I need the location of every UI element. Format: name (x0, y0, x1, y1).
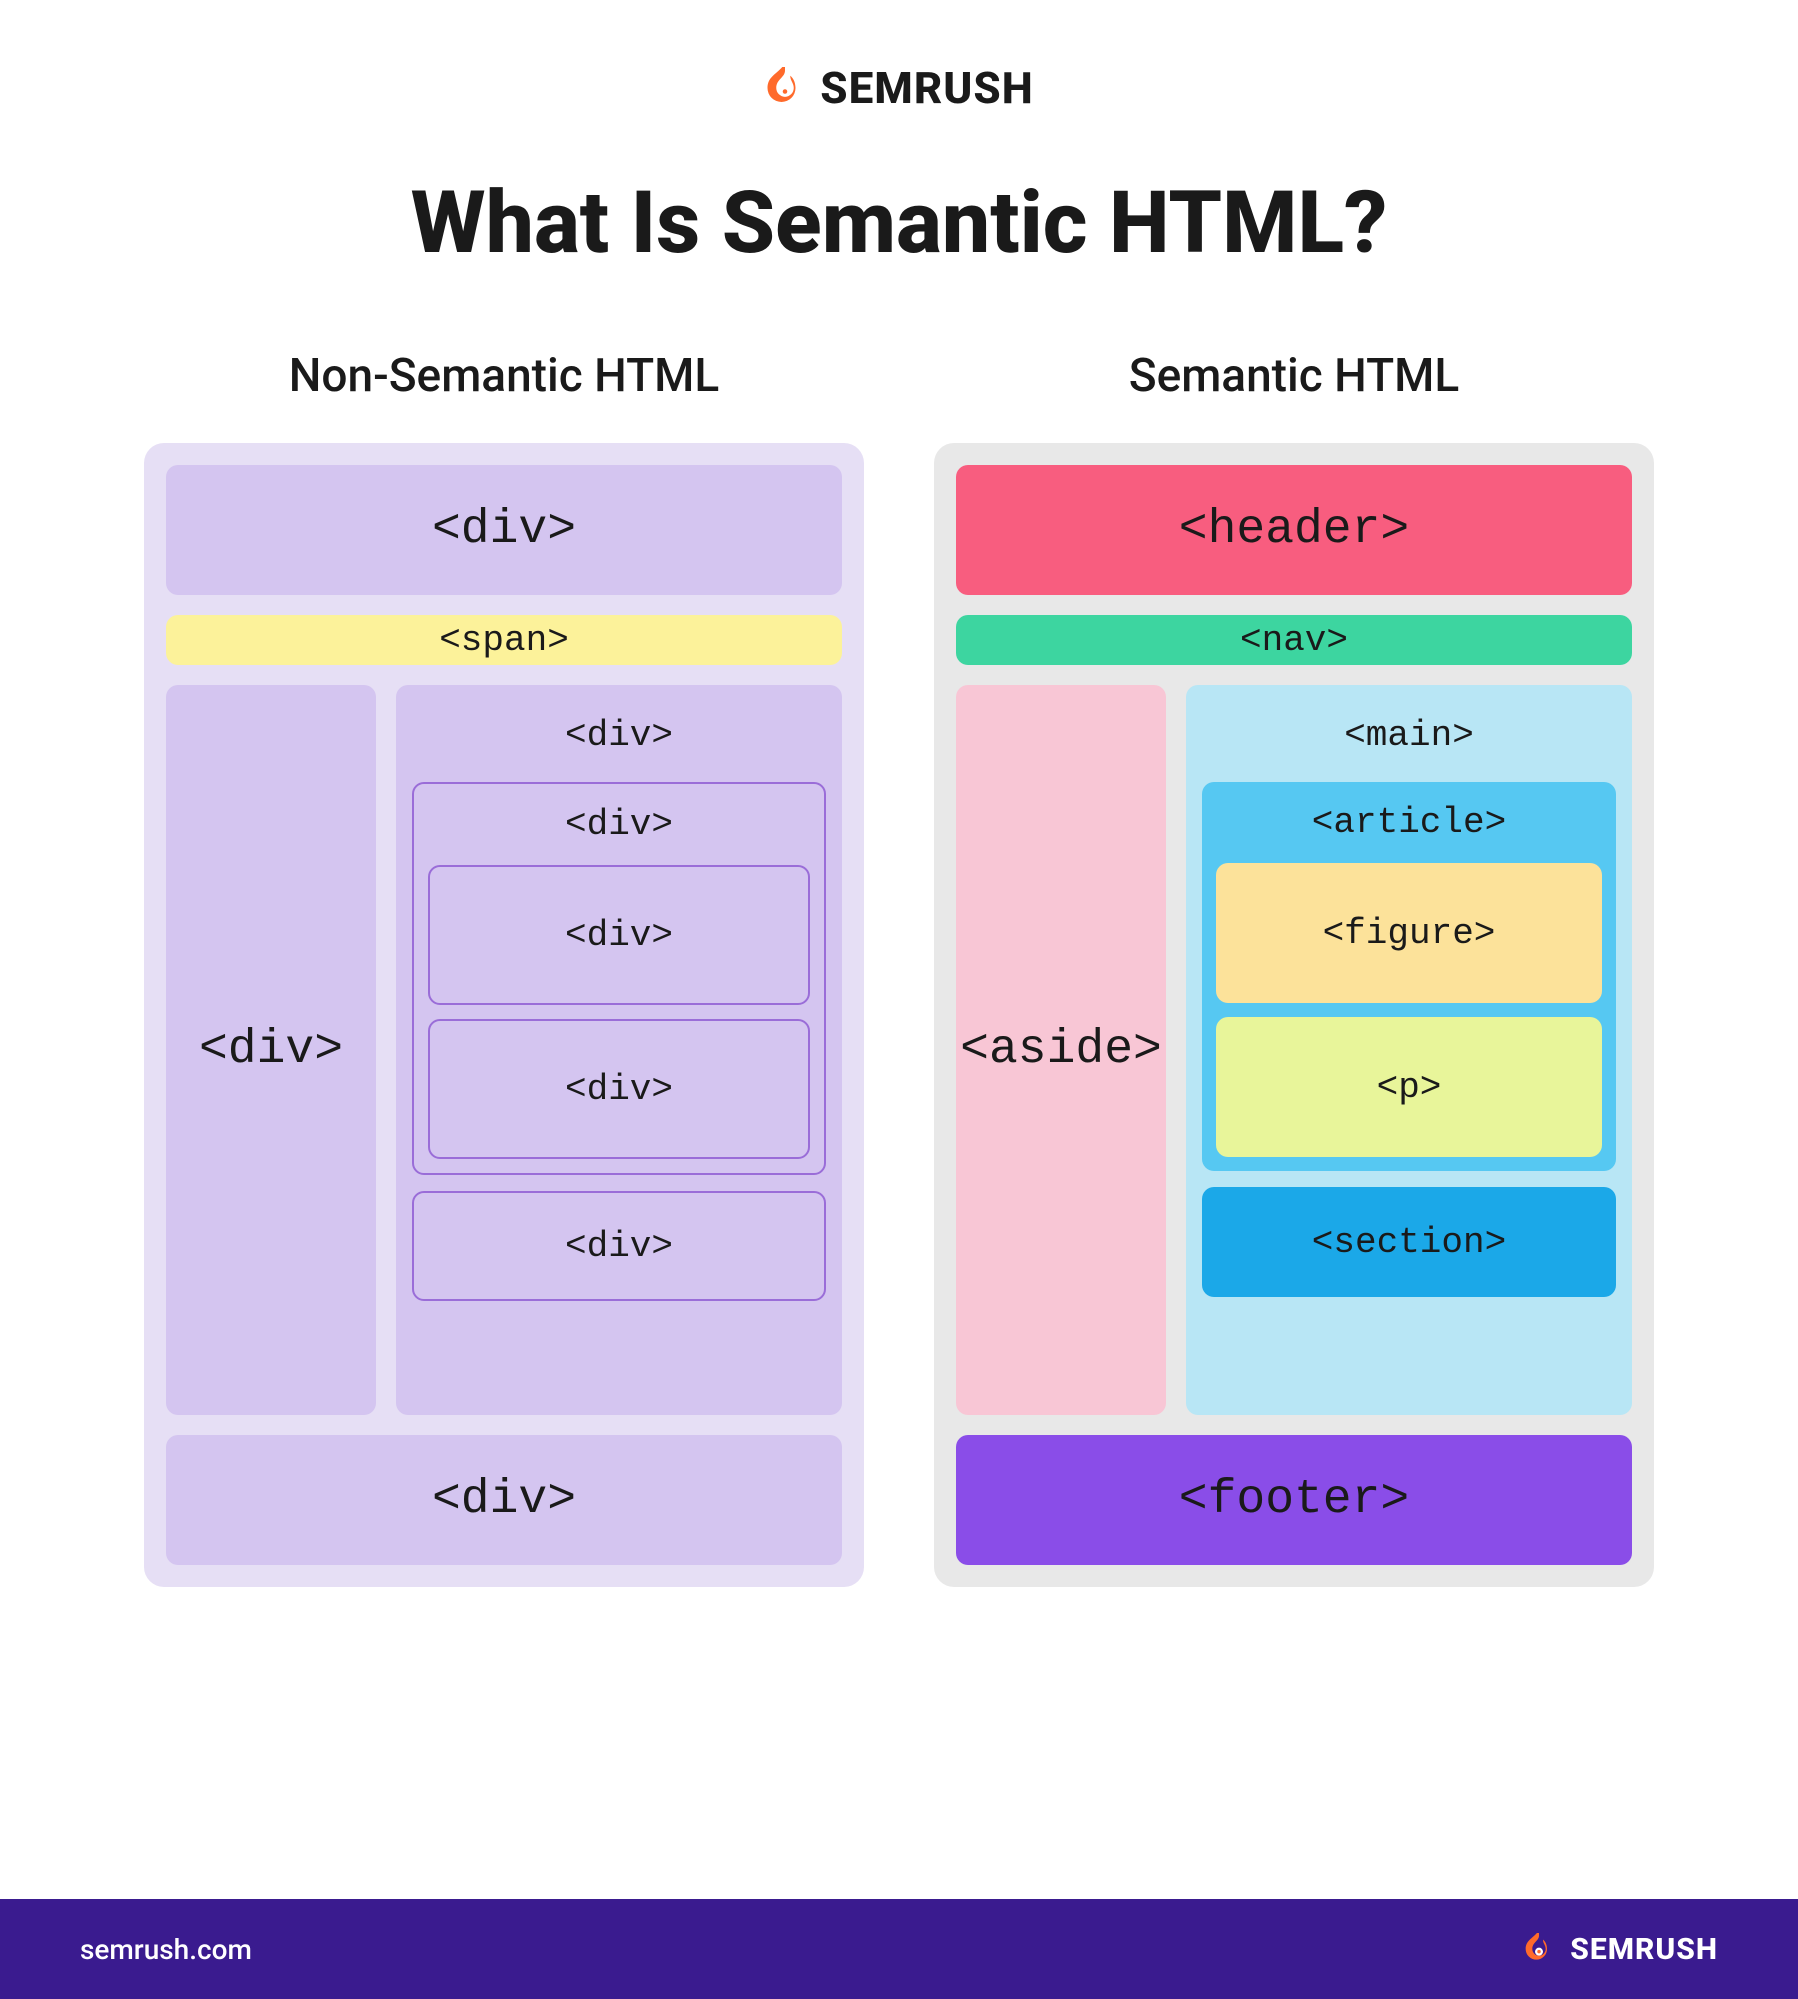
ns-aside-block: <div> (166, 685, 376, 1415)
sem-header-block: <header> (956, 465, 1632, 595)
sem-article-block: <article> <figure> <p> (1202, 782, 1616, 1171)
sem-figure-block: <figure> (1216, 863, 1602, 1003)
ns-article-label: <div> (428, 798, 810, 851)
sem-main-block: <main> <article> <figure> <p> <section> (1186, 685, 1632, 1415)
ns-section-block: <div> (412, 1191, 826, 1301)
sem-article-label: <article> (1216, 796, 1602, 849)
ns-footer-block: <div> (166, 1435, 842, 1565)
column-semantic: Semantic HTML <header> <nav> <aside> <ma… (934, 349, 1654, 1587)
sem-aside-block: <aside> (956, 685, 1166, 1415)
ns-figure-block: <div> (428, 865, 810, 1005)
footer-url: semrush.com (80, 1933, 252, 1966)
brand-logo-top: SEMRUSH (764, 62, 1033, 114)
column-non-semantic: Non-Semantic HTML <div> <span> <div> <di… (144, 349, 864, 1587)
brand-logo-footer: SEMRUSH (1518, 1928, 1718, 1970)
ns-main-label: <div> (565, 701, 673, 766)
column-heading-left: Non-Semantic HTML (289, 349, 720, 403)
board-semantic: <header> <nav> <aside> <main> <article> … (934, 443, 1654, 1587)
board-non-semantic: <div> <span> <div> <div> <div> <div> <di… (144, 443, 864, 1587)
sem-nav-block: <nav> (956, 615, 1632, 665)
ns-main-block: <div> <div> <div> <div> <div> (396, 685, 842, 1415)
sem-main-label: <main> (1344, 701, 1474, 766)
page-title: What Is Semantic HTML? (411, 172, 1388, 273)
fire-icon (1518, 1928, 1560, 1970)
footer-bar: semrush.com SEMRUSH (0, 1899, 1798, 1999)
sem-section-block: <section> (1202, 1187, 1616, 1297)
brand-name: SEMRUSH (820, 62, 1033, 114)
ns-header-block: <div> (166, 465, 842, 595)
ns-nav-block: <span> (166, 615, 842, 665)
column-heading-right: Semantic HTML (1129, 349, 1460, 403)
comparison-columns: Non-Semantic HTML <div> <span> <div> <di… (64, 349, 1734, 1587)
ns-p-block: <div> (428, 1019, 810, 1159)
sem-p-block: <p> (1216, 1017, 1602, 1157)
fire-icon (764, 67, 806, 109)
sem-footer-block: <footer> (956, 1435, 1632, 1565)
footer-brand-name: SEMRUSH (1570, 1932, 1718, 1967)
ns-article-block: <div> <div> <div> (412, 782, 826, 1175)
